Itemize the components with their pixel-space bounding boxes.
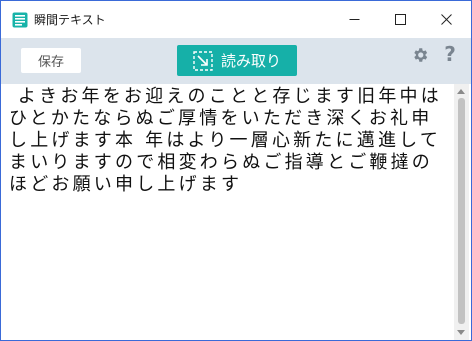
scroll-up-icon[interactable] bbox=[457, 89, 465, 94]
close-icon bbox=[440, 14, 452, 25]
read-text-button-label: 読み取り bbox=[220, 52, 281, 70]
save-button[interactable]: 保存 bbox=[21, 48, 81, 73]
toolbar: 保存 読み取り ? bbox=[1, 38, 471, 84]
text-editor[interactable]: よきお年をお迎えのことと存じます旧年中はひとかたならぬご厚情をいただき深くお礼申… bbox=[1, 84, 454, 340]
maximize-icon bbox=[394, 14, 406, 25]
notepad-icon bbox=[12, 12, 28, 28]
vertical-scrollbar[interactable] bbox=[454, 84, 469, 340]
capture-region-icon bbox=[193, 50, 213, 71]
save-button-label: 保存 bbox=[37, 55, 64, 70]
close-button[interactable] bbox=[423, 1, 469, 38]
scroll-down-icon[interactable] bbox=[457, 330, 465, 335]
question-mark-icon[interactable]: ? bbox=[441, 42, 459, 66]
scroll-thumb[interactable] bbox=[458, 98, 465, 324]
gear-icon[interactable] bbox=[411, 46, 429, 64]
minimize-icon bbox=[349, 19, 359, 20]
editor-content[interactable]: よきお年をお迎えのことと存じます旧年中はひとかたならぬご厚情をいただき深くお礼申… bbox=[9, 86, 449, 196]
read-text-button[interactable]: 読み取り bbox=[177, 45, 297, 76]
window-title: 瞬間テキスト bbox=[34, 13, 106, 27]
maximize-button[interactable] bbox=[377, 1, 423, 38]
minimize-button[interactable] bbox=[331, 1, 377, 38]
title-bar[interactable]: 瞬間テキスト bbox=[1, 1, 471, 38]
app-window: 瞬間テキスト 保存 読み取り ? よきお年をお迎えのことと存じます旧年中はひとか… bbox=[0, 0, 472, 341]
